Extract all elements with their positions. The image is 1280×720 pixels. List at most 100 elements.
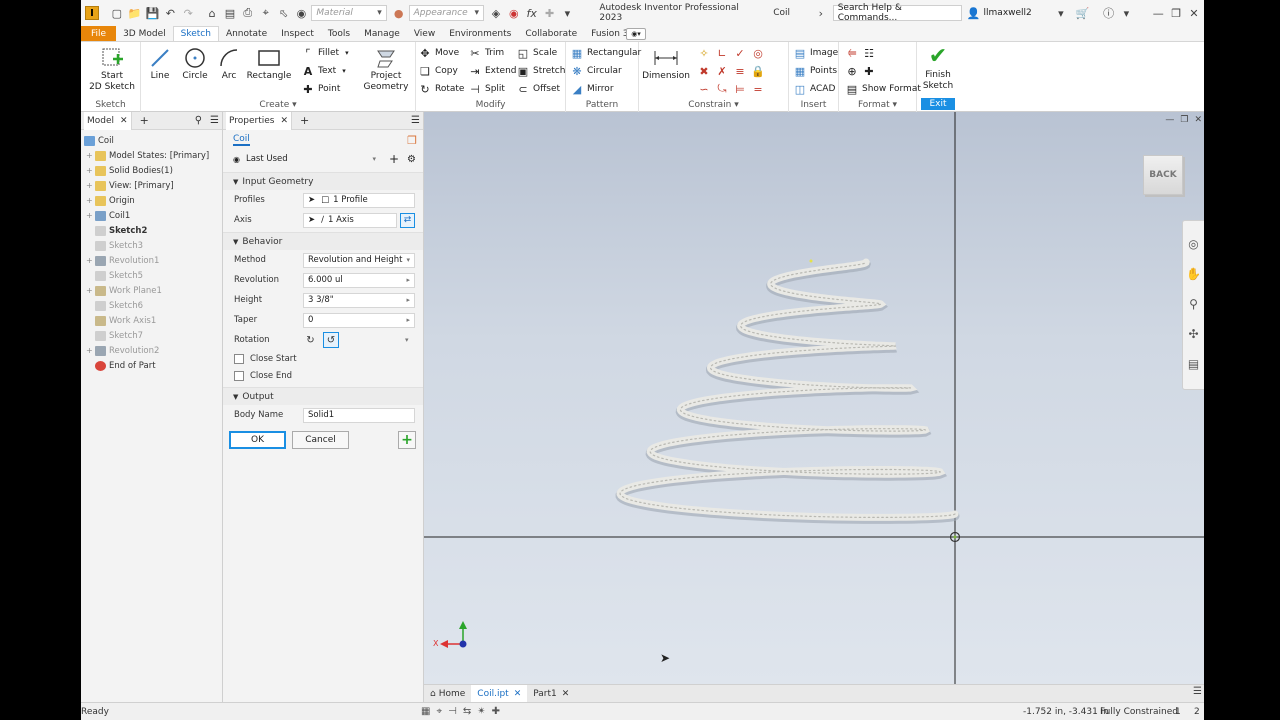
add-tab-icon[interactable]: +: [300, 114, 309, 127]
tree-item[interactable]: + Work Plane1: [84, 283, 222, 298]
close-icon[interactable]: ✕: [514, 689, 522, 699]
customize-icon[interactable]: ▾: [559, 5, 575, 21]
tree-item[interactable]: Sketch7: [84, 328, 222, 343]
user-icon[interactable]: 👤: [966, 5, 982, 21]
perpendicular-icon[interactable]: ∟: [713, 44, 731, 62]
help-icon[interactable]: ⓘ: [1101, 5, 1117, 21]
create-group-label[interactable]: Create ▾: [141, 100, 415, 110]
material-combo[interactable]: Material ▾: [311, 5, 387, 21]
restore-icon[interactable]: ❐: [1168, 5, 1184, 21]
degrees-icon[interactable]: ⊣: [448, 706, 457, 717]
tab-collaborate[interactable]: Collaborate: [518, 26, 584, 41]
circle-button[interactable]: Circle: [181, 46, 209, 82]
chevron-right-icon[interactable]: ›: [813, 5, 829, 21]
zoom-icon[interactable]: ⚲: [1183, 289, 1204, 319]
cart-icon[interactable]: 🛒: [1075, 5, 1091, 21]
rotate-button[interactable]: ↻ Rotate: [418, 81, 464, 97]
line-button[interactable]: Line: [147, 46, 173, 82]
new-icon[interactable]: ▢: [109, 5, 125, 21]
text-button[interactable]: A Text ▾: [301, 63, 346, 79]
expand-icon[interactable]: +: [86, 166, 93, 175]
tree-item[interactable]: + Solid Bodies(1): [84, 163, 222, 178]
expand-icon[interactable]: +: [86, 256, 93, 265]
sketch-dof-icon[interactable]: ✴: [477, 706, 485, 717]
equal-icon[interactable]: =: [749, 80, 767, 98]
constrain-group-label[interactable]: Constrain ▾: [639, 100, 788, 110]
fx-icon[interactable]: fx: [524, 5, 540, 21]
steering-wheel-icon[interactable]: ◎: [1183, 229, 1204, 259]
profiles-selector[interactable]: ➤ □ 1 Profile: [303, 192, 415, 208]
tree-item[interactable]: + Revolution2: [84, 343, 222, 358]
tab-inspect[interactable]: Inspect: [274, 26, 321, 41]
center-point-button[interactable]: ⊕ ✚: [845, 63, 879, 79]
tab-environments[interactable]: Environments: [442, 26, 518, 41]
dimension-display-icon[interactable]: ⇆: [463, 706, 471, 717]
move-button[interactable]: ✥ Move: [418, 45, 459, 61]
tree-item[interactable]: Work Axis1: [84, 313, 222, 328]
rectangle-button[interactable]: Rectangle: [247, 46, 291, 82]
smooth-icon[interactable]: ∽: [695, 80, 713, 98]
search-input[interactable]: Search Help & Commands...: [832, 3, 962, 23]
orbit-icon[interactable]: ✣: [1183, 319, 1204, 349]
more-icon[interactable]: ✚: [542, 5, 558, 21]
menu-icon[interactable]: ☰: [210, 115, 219, 126]
tab-file[interactable]: File: [81, 26, 117, 41]
close-icon[interactable]: ✕: [1194, 115, 1202, 125]
coincident-icon[interactable]: ✧: [695, 44, 713, 62]
redo-icon[interactable]: ↷: [180, 5, 196, 21]
tab-manage[interactable]: Manage: [357, 26, 407, 41]
tree-item[interactable]: Sketch6: [84, 298, 222, 313]
offset-button[interactable]: ⊂ Offset: [516, 81, 560, 97]
feature-name[interactable]: Coil: [233, 134, 250, 146]
chevron-down-icon[interactable]: ▾: [405, 336, 409, 344]
doc-tab-coil-ipt[interactable]: Coil.ipt ✕: [471, 684, 528, 703]
close-icon[interactable]: ✕: [280, 116, 288, 126]
appearance-icon[interactable]: ●: [391, 5, 407, 21]
tree-item[interactable]: + Model States: [Primary]: [84, 148, 222, 163]
input-geometry-section[interactable]: ▼ Input Geometry: [223, 172, 423, 190]
behavior-section[interactable]: ▼ Behavior: [223, 232, 423, 250]
tab-view[interactable]: View: [407, 26, 442, 41]
acad-button[interactable]: ◫ ACAD: [793, 81, 836, 97]
expand-icon[interactable]: +: [86, 151, 93, 160]
tab-properties[interactable]: Properties ✕: [226, 111, 293, 130]
tab-3d-model[interactable]: 3D Model: [116, 26, 173, 41]
preset-select[interactable]: Last Used ▾: [246, 152, 376, 167]
close-end-checkbox[interactable]: [234, 370, 244, 381]
expand-icon[interactable]: +: [86, 211, 93, 220]
collinear-icon[interactable]: ✖: [695, 62, 713, 80]
fillet-button[interactable]: ⌜ Fillet ▾: [301, 45, 348, 61]
mirror-button[interactable]: ◢ Mirror: [570, 81, 614, 97]
measure-icon[interactable]: ⌖: [258, 5, 274, 21]
parallel-icon[interactable]: ✗: [713, 62, 731, 80]
close-icon[interactable]: ✕: [1186, 5, 1202, 21]
search-icon[interactable]: ⚲: [195, 115, 202, 126]
lock-icon[interactable]: 🔒: [749, 62, 767, 80]
show-constraints-icon[interactable]: ⌖: [436, 706, 442, 717]
horizontal-icon[interactable]: ≡: [731, 62, 749, 80]
tree-item[interactable]: + View: [Primary]: [84, 178, 222, 193]
select-icon[interactable]: ⬁: [276, 5, 292, 21]
home-icon[interactable]: ⌂: [204, 5, 220, 21]
tree-item[interactable]: End of Part: [84, 358, 222, 373]
tree-item[interactable]: + Coil1: [84, 208, 222, 223]
close-start-checkbox[interactable]: [234, 353, 244, 364]
tab-tools[interactable]: Tools: [321, 26, 357, 41]
chevron-right-icon[interactable]: ▸: [406, 276, 410, 284]
finish-sketch-button[interactable]: ✔ Finish Sketch Exit: [921, 44, 955, 110]
tab-model[interactable]: Model ✕: [84, 111, 132, 130]
clear-appearance-icon[interactable]: ◉: [506, 5, 522, 21]
chevron-right-icon[interactable]: ▸: [406, 316, 410, 324]
image-button[interactable]: ▤ Image: [793, 45, 838, 61]
chevron-down-icon[interactable]: ▾: [1119, 5, 1135, 21]
body-name-input[interactable]: Solid1: [303, 407, 415, 423]
minimize-icon[interactable]: —: [1150, 5, 1166, 21]
trim-button[interactable]: ✂ Trim: [468, 45, 504, 61]
dimension-button[interactable]: Dimension: [642, 46, 690, 82]
taper-input[interactable]: 0 ▸: [303, 312, 415, 328]
doc-tab-part1[interactable]: Part1 ✕: [527, 685, 575, 703]
grid-icon[interactable]: ▦: [421, 706, 430, 717]
ribbon-display-icon[interactable]: ◉▾: [626, 28, 646, 40]
arc-button[interactable]: Arc: [217, 46, 241, 82]
tree-root[interactable]: Coil: [84, 133, 222, 148]
